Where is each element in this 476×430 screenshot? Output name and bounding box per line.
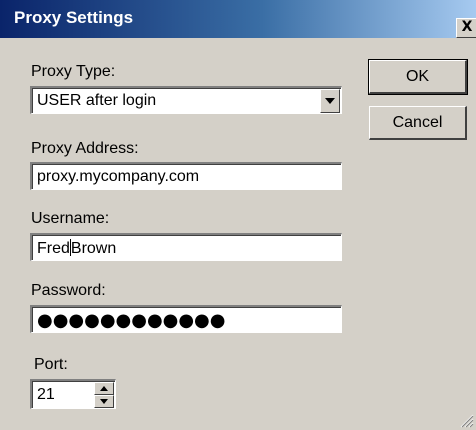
- cancel-button-label: Cancel: [392, 114, 443, 131]
- port-spin-buttons: [94, 382, 114, 408]
- password-input[interactable]: ●●●●●●●●●●●●: [30, 305, 342, 333]
- proxy-address-label: Proxy Address:: [31, 140, 139, 157]
- cancel-button[interactable]: Cancel: [369, 106, 467, 140]
- ok-button-label: OK: [405, 68, 430, 85]
- username-text-after-caret: Brown: [70, 240, 117, 257]
- password-masked-value: ●●●●●●●●●●●●: [37, 310, 226, 331]
- title-bar[interactable]: Proxy Settings X: [0, 0, 476, 38]
- chevron-down-icon: [325, 98, 335, 104]
- proxy-address-input[interactable]: proxy.mycompany.com: [30, 162, 342, 190]
- port-increment-button[interactable]: [94, 382, 114, 395]
- proxy-type-dropdown-button[interactable]: [320, 89, 340, 113]
- proxy-type-label: Proxy Type:: [31, 63, 116, 80]
- resize-grip-icon[interactable]: [458, 412, 474, 428]
- dialog-title: Proxy Settings: [14, 8, 134, 27]
- proxy-settings-dialog: Proxy Settings X Proxy Type: USER after …: [0, 0, 476, 430]
- spin-down-icon: [100, 399, 108, 404]
- close-button[interactable]: X: [456, 18, 476, 38]
- proxy-address-value: proxy.mycompany.com: [37, 168, 200, 185]
- username-input[interactable]: FredBrown: [30, 233, 342, 261]
- username-value: FredBrown: [37, 239, 116, 258]
- port-value: 21: [37, 386, 55, 403]
- password-label: Password:: [31, 282, 106, 299]
- username-label: Username:: [31, 210, 110, 227]
- close-icon: X: [461, 19, 473, 35]
- ok-button[interactable]: OK: [368, 59, 468, 95]
- proxy-type-select[interactable]: USER after login: [30, 86, 342, 114]
- proxy-type-value: USER after login: [37, 92, 157, 109]
- port-decrement-button[interactable]: [94, 395, 114, 408]
- username-text-before-caret: Fred: [37, 240, 70, 257]
- spin-up-icon: [100, 386, 108, 391]
- port-spinner[interactable]: 21: [30, 379, 116, 409]
- port-label: Port:: [34, 356, 68, 373]
